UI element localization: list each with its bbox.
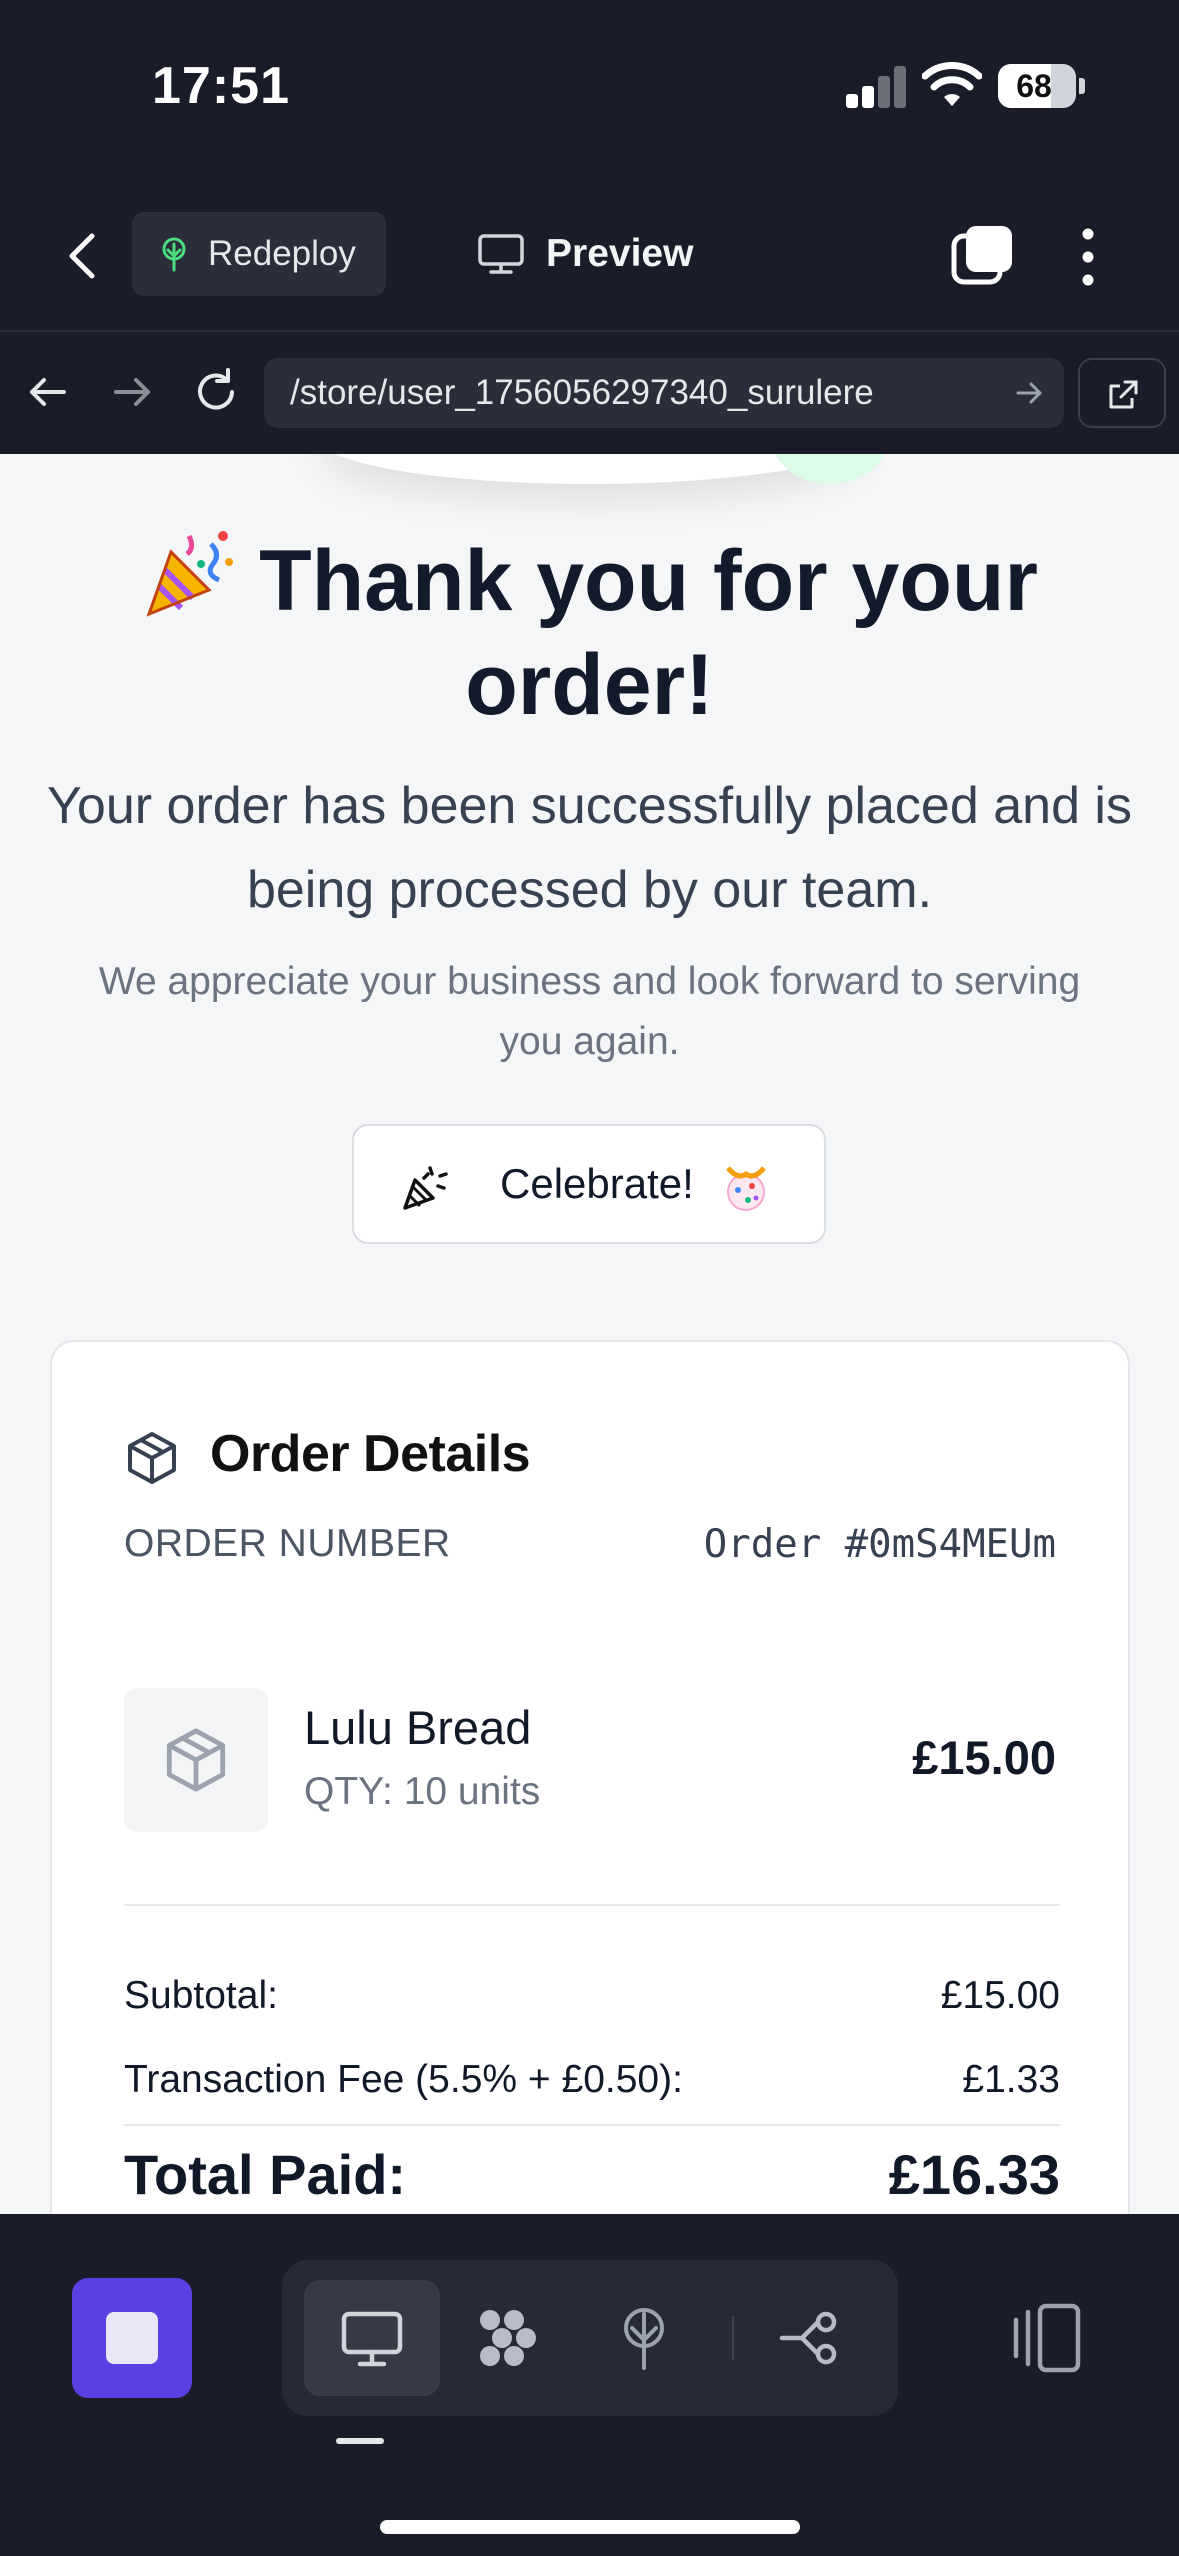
more-options-icon[interactable] (1070, 224, 1106, 290)
package-icon (128, 1432, 176, 1484)
wifi-icon (922, 62, 982, 106)
page-title: Thank you for your order! (60, 524, 1119, 737)
monitor-icon (341, 2311, 403, 2367)
tab-preview[interactable] (304, 2280, 440, 2396)
page-title-text: Thank you for your order! (259, 533, 1038, 733)
bottom-toolbar (0, 2214, 1179, 2556)
browser-bar: /store/user_1756056297340_surulere (0, 330, 1179, 454)
party-popper-icon (146, 531, 234, 617)
reload-icon[interactable] (188, 364, 244, 420)
product-quantity: QTY: 10 units (304, 1770, 541, 1813)
url-text: /store/user_1756056297340_surulere (290, 373, 874, 412)
page-content: Thank you for your order! Your order has… (0, 454, 1179, 2214)
tab-integrations[interactable] (440, 2280, 576, 2396)
cellular-signal-icon (846, 66, 908, 108)
grid-blobs-icon (480, 2310, 536, 2366)
order-details-card: Order Details ORDER NUMBER Order #0mS4ME… (50, 1340, 1130, 2214)
view-switcher (282, 2260, 898, 2416)
product-thumbnail (124, 1688, 268, 1832)
separator (732, 2316, 734, 2360)
divider (124, 1904, 1060, 1906)
tree-icon (624, 2308, 664, 2370)
open-external-button[interactable] (1078, 358, 1166, 428)
back-arrow-icon[interactable] (20, 364, 76, 420)
stop-button[interactable] (72, 2278, 192, 2398)
celebrate-label: Celebrate! (500, 1160, 694, 1207)
product-name: Lulu Bread (304, 1701, 532, 1754)
battery-level: 68 (1016, 68, 1052, 104)
redeploy-button[interactable]: Redeploy (132, 212, 386, 296)
confetti-ball-icon (726, 1166, 766, 1211)
url-field[interactable]: /store/user_1756056297340_surulere (264, 358, 1064, 428)
party-popper-icon (403, 1166, 448, 1210)
order-number-value: Order #0mS4MEUm (703, 1522, 1056, 1567)
tree-icon (162, 237, 186, 272)
subtotal-row: Subtotal: £15.00 (124, 1974, 1060, 2018)
external-link-icon (1109, 380, 1138, 409)
appreciation-note: We appreciate your business and look for… (98, 960, 1081, 1063)
transaction-fee-row: Transaction Fee (5.5% + £0.50): £1.33 (124, 2058, 1060, 2102)
transaction-fee-value: £1.33 (962, 2058, 1060, 2101)
preview-button[interactable]: Preview (478, 212, 718, 296)
side-panel-icon[interactable] (1008, 2300, 1084, 2376)
product-price: £15.00 (912, 1731, 1056, 1784)
back-chevron-icon[interactable] (58, 226, 108, 286)
status-bar: 17:51 68 (0, 0, 1179, 180)
total-row: Total Paid: £16.33 (124, 2142, 1060, 2207)
branch-icon (779, 2311, 837, 2365)
go-arrow-icon[interactable] (1012, 376, 1046, 410)
app-toolbar: Redeploy Preview (0, 180, 1179, 330)
total-value: £16.33 (888, 2143, 1060, 2206)
forward-arrow-icon[interactable] (104, 364, 160, 420)
success-badge (770, 454, 890, 484)
clock: 17:51 (152, 57, 290, 115)
preview-label: Preview (546, 232, 694, 275)
battery-icon: 68 (998, 64, 1076, 108)
tab-deploy[interactable] (576, 2280, 712, 2396)
subtitle: Your order has been successfully placed … (47, 777, 1132, 919)
tab-workflow[interactable] (744, 2280, 880, 2396)
tabs-icon[interactable] (950, 222, 1016, 288)
order-number-label: ORDER NUMBER (124, 1522, 451, 1565)
stop-icon (106, 2312, 158, 2364)
redeploy-label: Redeploy (208, 234, 356, 273)
transaction-fee-label: Transaction Fee (5.5% + £0.50): (124, 2058, 683, 2101)
home-indicator (380, 2520, 800, 2534)
battery-tip (1079, 78, 1085, 94)
package-icon (166, 1728, 226, 1792)
celebrate-button[interactable]: Celebrate! (352, 1124, 826, 1244)
subtotal-label: Subtotal: (124, 1974, 278, 2017)
total-label: Total Paid: (124, 2143, 407, 2206)
subtotal-value: £15.00 (940, 1974, 1060, 2017)
order-details-title: Order Details (210, 1425, 531, 1483)
monitor-icon (478, 234, 524, 274)
active-tab-indicator (336, 2438, 384, 2444)
divider (124, 2124, 1060, 2126)
